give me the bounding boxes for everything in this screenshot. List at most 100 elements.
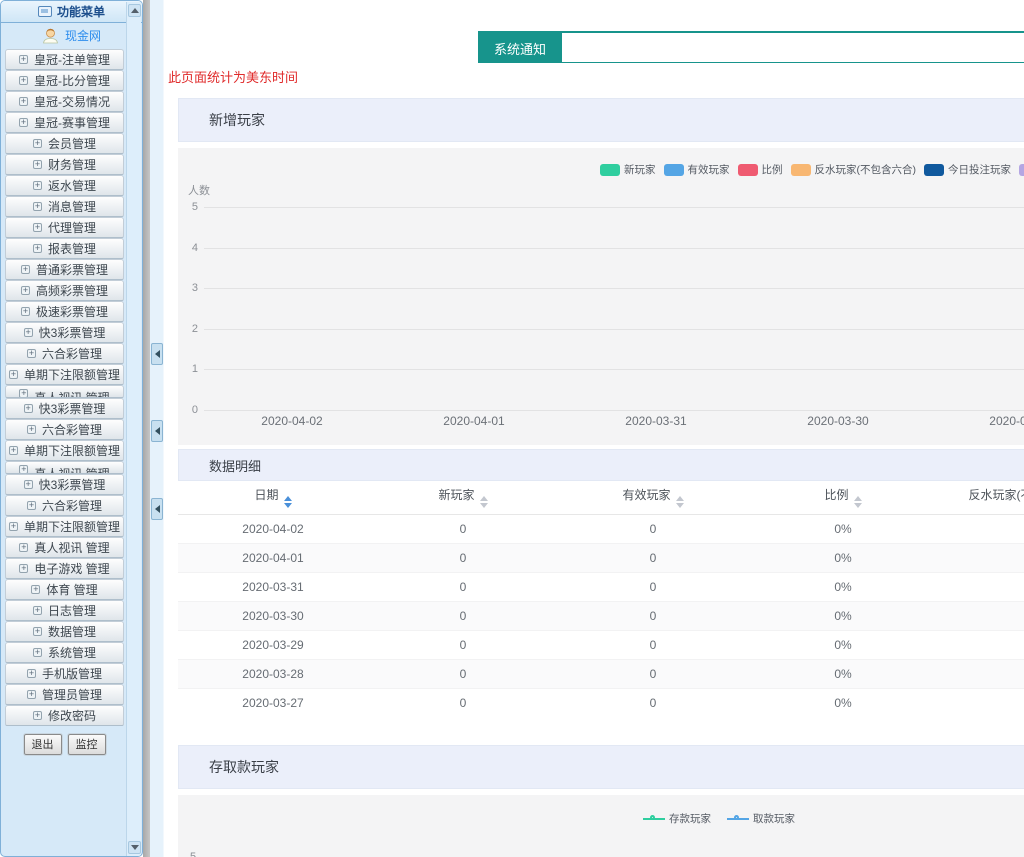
expand-plus-icon: + (21, 286, 30, 295)
sidebar-item[interactable]: + 体育 管理 (5, 579, 124, 600)
table-cell: 0% (748, 630, 938, 659)
data-table: 日期新玩家有效玩家比例反水玩家(不包含六合) 2020-04-02000%020… (178, 481, 1024, 717)
panel-header: 存取款玩家 (178, 745, 1024, 789)
sidebar-item-label: 系统管理 (48, 644, 96, 661)
legend-item[interactable]: 有效玩家 (664, 162, 730, 177)
tab-system-notice[interactable]: 系统通知 (478, 33, 562, 63)
table-cell: 0 (938, 688, 1024, 717)
monitor-button[interactable]: 监控 (68, 734, 106, 755)
sidebar-item[interactable]: +极速彩票管理 (5, 301, 124, 322)
legend-item[interactable]: 反水玩家(不包含六合) (791, 162, 917, 177)
sidebar-item[interactable]: +财务管理 (5, 154, 124, 175)
sidebar-scrollbar[interactable] (126, 2, 141, 856)
scroll-down-icon[interactable] (128, 841, 141, 854)
sort-icon[interactable] (480, 496, 488, 508)
sidebar-item[interactable]: +手机版管理 (5, 663, 124, 684)
avatar-icon (42, 28, 59, 44)
chart-legend: 新玩家有效玩家比例反水玩家(不包含六合) 今日投注玩家 电子玩家 (600, 162, 1024, 177)
expand-plus-icon: + (27, 501, 36, 510)
sidebar-item-label: 报表管理 (48, 240, 96, 257)
scroll-up-icon[interactable] (128, 4, 141, 17)
sidebar-item[interactable]: +修改密码 (5, 705, 124, 726)
sidebar-item-label: 体育 管理 (46, 581, 97, 598)
expand-plus-icon: + (19, 97, 28, 106)
arrow-left-icon (155, 505, 160, 513)
column-header[interactable]: 新玩家 (368, 481, 558, 514)
column-header[interactable]: 日期 (178, 481, 368, 514)
table-row: 2020-03-30000%0 (178, 601, 1024, 630)
sidebar-item-label: 高频彩票管理 (36, 282, 108, 299)
sort-up-icon (284, 496, 292, 501)
sidebar-item[interactable]: +皇冠-比分管理 (5, 70, 124, 91)
sidebar-item-label: 皇冠-赛事管理 (34, 114, 110, 131)
sidebar-item-label: 极速彩票管理 (36, 303, 108, 320)
sort-up-icon (676, 496, 684, 501)
sidebar-item[interactable]: +代理管理 (5, 217, 124, 238)
line-legend-item[interactable]: 取款玩家 (727, 811, 795, 826)
sidebar-item[interactable]: +管理员管理 (5, 684, 124, 705)
sort-icon[interactable] (854, 496, 862, 508)
table-row: 2020-03-31000%0 (178, 572, 1024, 601)
logout-button[interactable]: 退出 (24, 734, 62, 755)
sidebar-item[interactable]: +单期下注限额管理 (5, 364, 124, 385)
sidebar-item[interactable]: +皇冠-赛事管理 (5, 112, 124, 133)
line-legend-item[interactable]: 存款玩家 (643, 811, 711, 826)
sidebar-item[interactable]: +皇冠-注单管理 (5, 49, 124, 70)
sidebar-item[interactable]: +返水管理 (5, 175, 124, 196)
sidebar-item[interactable]: +消息管理 (5, 196, 124, 217)
sidebar-item[interactable]: +六合彩管理 (5, 343, 124, 364)
legend-swatch-icon (664, 164, 684, 176)
column-header[interactable]: 有效玩家 (558, 481, 748, 514)
sidebar-item[interactable]: +报表管理 (5, 238, 124, 259)
sidebar-item[interactable]: +系统管理 (5, 642, 124, 663)
expand-plus-icon: + (31, 585, 40, 594)
column-header[interactable]: 反水玩家(不包含六合) (938, 481, 1024, 514)
table-cell: 0 (368, 659, 558, 688)
expand-plus-icon: + (33, 627, 42, 636)
legend-item[interactable]: 今日投注玩家 (924, 162, 1011, 177)
table-cell: 0 (938, 543, 1024, 572)
collapse-button[interactable] (151, 420, 163, 442)
panel-title: 新增玩家 (209, 110, 265, 130)
gridline (204, 288, 1024, 289)
table-cell: 2020-03-28 (178, 659, 368, 688)
sidebar-item[interactable]: +日志管理 (5, 600, 124, 621)
sidebar-item[interactable]: +皇冠-交易情况 (5, 91, 124, 112)
y-tick-label: 3 (180, 282, 198, 294)
sidebar-item[interactable]: +快3彩票管理 (5, 322, 124, 343)
legend-swatch-icon (791, 164, 811, 176)
column-header[interactable]: 比例 (748, 481, 938, 514)
sidebar-item[interactable]: +六合彩管理 (5, 495, 124, 516)
table-cell: 0 (938, 659, 1024, 688)
sidebar-item[interactable]: +真人视讯 管理 (5, 385, 124, 398)
table-cell: 2020-03-30 (178, 601, 368, 630)
sidebar-item[interactable]: +真人视讯 管理 (5, 537, 124, 558)
table-cell: 2020-03-31 (178, 572, 368, 601)
panel-header: 数据明细 (178, 449, 1024, 481)
sidebar-item[interactable]: +电子游戏 管理 (5, 558, 124, 579)
sort-icon[interactable] (284, 496, 292, 508)
sidebar-item[interactable]: +快3彩票管理 (5, 398, 124, 419)
sidebar-item[interactable]: +单期下注限额管理 (5, 516, 124, 537)
sidebar-item-label: 财务管理 (48, 156, 96, 173)
sidebar-item[interactable]: +普通彩票管理 (5, 259, 124, 280)
legend-item[interactable]: 比例 (738, 162, 783, 177)
sidebar-item[interactable]: +单期下注限额管理 (5, 440, 124, 461)
panel-deposit-withdraw: 存取款玩家 存款玩家取款玩家 5 (178, 745, 1024, 857)
sidebar-item[interactable]: +六合彩管理 (5, 419, 124, 440)
sort-down-icon (284, 503, 292, 508)
sidebar-item[interactable]: +快3彩票管理 (5, 474, 124, 495)
sort-icon[interactable] (676, 496, 684, 508)
sidebar-item[interactable]: +数据管理 (5, 621, 124, 642)
sidebar-item[interactable]: +会员管理 (5, 133, 124, 154)
sidebar-item[interactable]: +真人视讯 管理 (5, 461, 124, 474)
legend-item[interactable]: 电子玩家 (1019, 162, 1024, 177)
user-row: 现金网 (1, 23, 142, 48)
collapse-button[interactable] (151, 498, 163, 520)
sidebar-item[interactable]: + 高频彩票管理 (5, 280, 124, 301)
collapse-button[interactable] (151, 343, 163, 365)
legend-item[interactable]: 新玩家 (600, 162, 656, 177)
divider-strip (143, 0, 150, 857)
panel-new-players: 新增玩家 新玩家有效玩家比例反水玩家(不包含六合)今日投注玩家电子玩家 人数 5… (178, 98, 1024, 445)
sidebar-item-label: 单期下注限额管理 (24, 518, 120, 535)
